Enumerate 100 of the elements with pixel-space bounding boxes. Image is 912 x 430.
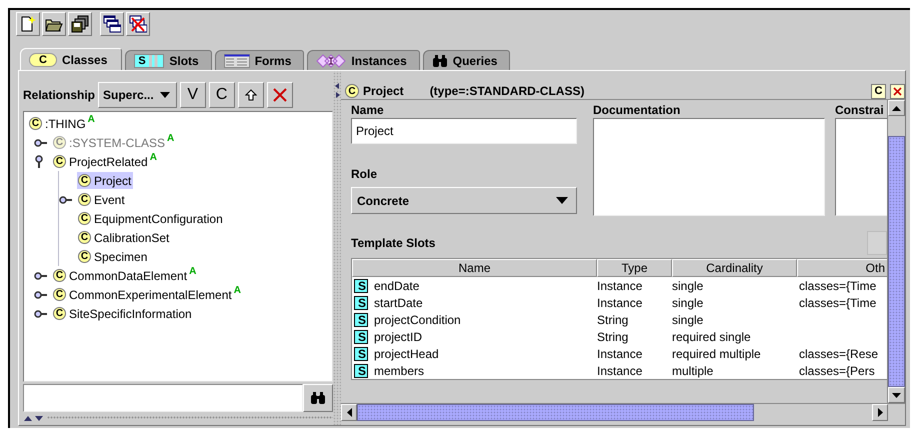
tab[interactable]: Forms (214, 50, 304, 70)
abstract-marker-text: A (234, 285, 241, 296)
tree-item[interactable]: C CommonDataElement (52, 267, 190, 284)
collapsed-handle-icon[interactable] (59, 194, 72, 204)
tree-item[interactable]: C Event (77, 191, 127, 208)
search-button[interactable] (303, 384, 333, 412)
form-icon (224, 54, 250, 68)
table-cell-text: required multiple (672, 346, 762, 362)
slot-icon: S (354, 346, 368, 360)
collapsed-handle-icon[interactable] (34, 138, 47, 148)
tree-action-button[interactable]: V (180, 82, 206, 108)
class-icon: C (78, 231, 91, 244)
tab[interactable]: C Classes (20, 48, 122, 70)
slot-icon: S (354, 330, 368, 344)
scroll-left-icon[interactable] (346, 408, 352, 417)
slot-icon: S (354, 364, 368, 378)
tree-item[interactable]: C CommonExperimentalElement (52, 286, 234, 303)
scroll-right-icon[interactable] (878, 408, 882, 417)
slot-icon: S (354, 278, 368, 292)
tab[interactable]: Instances (307, 50, 420, 70)
horizontal-scrollbar[interactable] (341, 403, 905, 421)
expanded-handle-icon[interactable] (34, 155, 44, 168)
tree-item[interactable]: C ProjectRelated (52, 153, 150, 170)
new-file-button[interactable] (16, 12, 40, 36)
collapsed-handle-icon[interactable] (34, 290, 47, 300)
search-field[interactable] (23, 384, 303, 412)
floppy-disks-button[interactable] (68, 12, 92, 36)
tab[interactable]: Queries (422, 50, 510, 70)
new-file-icon (19, 15, 37, 33)
documentation-field[interactable] (593, 118, 825, 216)
tree-item[interactable]: C Specimen (77, 248, 150, 265)
vertical-scrollbar[interactable] (887, 100, 905, 403)
column-header[interactable]: Cardinality (672, 259, 797, 277)
collapse-arrows-icon[interactable] (23, 414, 45, 420)
binoculars-icon (432, 54, 448, 68)
table-cell-text: required single (672, 328, 752, 345)
table-cell-text: String (597, 328, 630, 345)
class-icon: C (78, 174, 91, 187)
class-view-button[interactable]: C (871, 84, 886, 98)
move-up-button[interactable] (238, 82, 264, 108)
name-field[interactable]: Project (351, 118, 577, 144)
abstract-marker-text: A (88, 114, 95, 125)
class-icon: C (29, 117, 42, 130)
close-button[interactable] (890, 84, 905, 98)
binoculars-icon (310, 391, 326, 405)
class-icon: C (53, 136, 66, 149)
tree-item[interactable]: C :SYSTEM-CLASS (52, 134, 168, 151)
table-cell-text: projectID (373, 330, 422, 344)
slot-icon: S (354, 312, 368, 326)
column-header[interactable]: Type (597, 259, 672, 277)
delete-icon (272, 88, 287, 102)
table-cell-text: Instance (597, 294, 644, 311)
table-cell-text: Instance (597, 362, 644, 379)
field-label: Documentation (593, 102, 682, 118)
up-arrow-icon (244, 89, 257, 101)
class-icon: C (53, 269, 66, 282)
class-icon: C (29, 52, 57, 66)
dropdown-arrow-icon (556, 197, 568, 204)
table-cell-text: single (672, 294, 704, 311)
relationship-dropdown[interactable]: Superc... (98, 82, 177, 108)
tab[interactable]: S Slots (125, 50, 212, 70)
delete-button[interactable] (266, 82, 293, 108)
table-cell-text: projectHead (373, 346, 439, 360)
folder-button[interactable] (42, 12, 66, 36)
abstract-marker-text: A (167, 133, 174, 144)
tree-item[interactable]: C :THING (28, 115, 88, 132)
windows-cross-button[interactable] (126, 12, 150, 36)
table-cell-text: projectCondition (373, 312, 461, 326)
field-label: Role (351, 166, 378, 182)
column-header[interactable]: Oth (797, 259, 887, 277)
abstract-marker-text: A (189, 266, 196, 277)
dropdown-arrow-icon (160, 92, 170, 98)
close-icon (893, 86, 902, 96)
splitter-arrows-icon[interactable] (334, 83, 340, 99)
tree-item[interactable]: C CalibrationSet (77, 229, 172, 246)
class-icon: C (345, 84, 359, 98)
class-icon: C (53, 307, 66, 320)
table-cell-text: endDate (373, 278, 420, 292)
floppy-disks-icon (71, 15, 89, 33)
table-cell-text: members (373, 364, 424, 378)
tree-item[interactable]: C Project (77, 172, 134, 189)
collapsed-handle-icon[interactable] (34, 270, 47, 280)
scroll-down-icon[interactable] (892, 392, 901, 398)
diamonds-icon (316, 54, 346, 68)
column-header[interactable]: Name (352, 259, 597, 277)
class-icon: C (53, 288, 66, 301)
table-cell-text: multiple (672, 362, 714, 379)
scroll-up-icon[interactable] (892, 106, 901, 110)
tree-item[interactable]: C EquipmentConfiguration (77, 210, 225, 227)
collapsed-handle-icon[interactable] (34, 308, 47, 318)
slot-icon: S (134, 54, 164, 68)
role-dropdown[interactable]: Concrete (351, 187, 577, 214)
windows-button[interactable] (100, 12, 124, 36)
class-icon: C (78, 250, 91, 263)
relationship-label: Relationship (23, 88, 96, 102)
field-label: Constrai (835, 102, 885, 118)
tree-item[interactable]: C SiteSpecificInformation (52, 305, 194, 322)
constraints-field[interactable] (835, 118, 887, 216)
table-cell-text: classes={Time (798, 296, 876, 310)
tree-action-button[interactable]: C (208, 82, 235, 108)
